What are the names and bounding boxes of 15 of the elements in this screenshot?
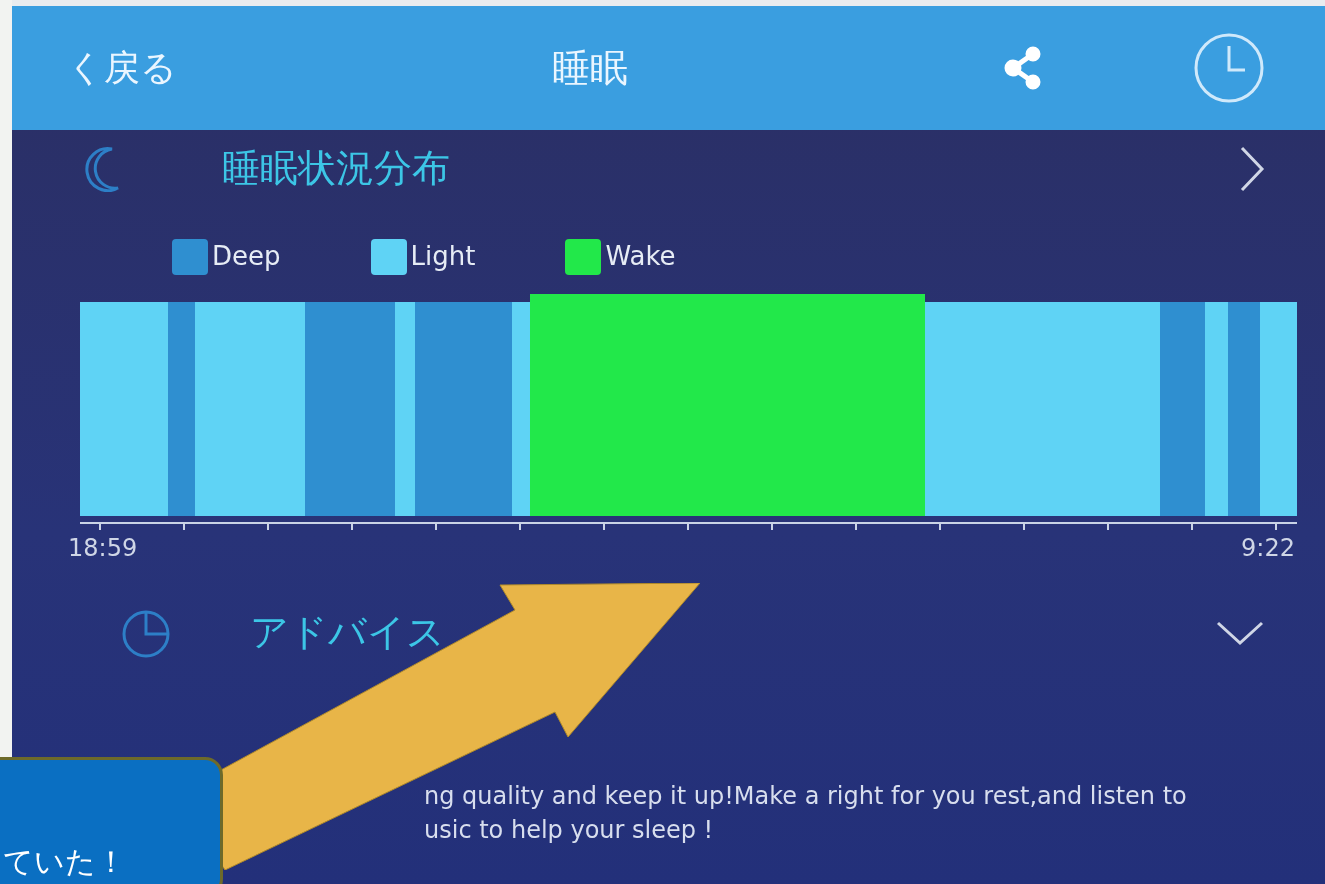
legend-label: Light	[410, 240, 476, 273]
legend-label: Wake	[605, 240, 676, 273]
legend-label: Deep	[212, 240, 281, 273]
advice-text: ng quality and keep it up!Make a right for you rest,and listen to	[424, 782, 1187, 810]
screen-title: 睡眠	[552, 45, 628, 90]
back-button[interactable]: く戻る	[67, 41, 177, 95]
start-time: 18:59	[68, 533, 138, 564]
section-title: 睡眠状況分布	[222, 146, 450, 190]
section-title: アドバイス	[250, 610, 445, 654]
chevron-down-icon[interactable]	[1215, 619, 1265, 646]
callout-text: ていた！	[3, 843, 126, 881]
advice-text: usic to help your sleep !	[424, 816, 714, 844]
chevron-right-icon[interactable]	[1239, 144, 1265, 193]
end-time: 9:22	[1241, 533, 1295, 564]
share-icon[interactable]	[1003, 46, 1043, 90]
